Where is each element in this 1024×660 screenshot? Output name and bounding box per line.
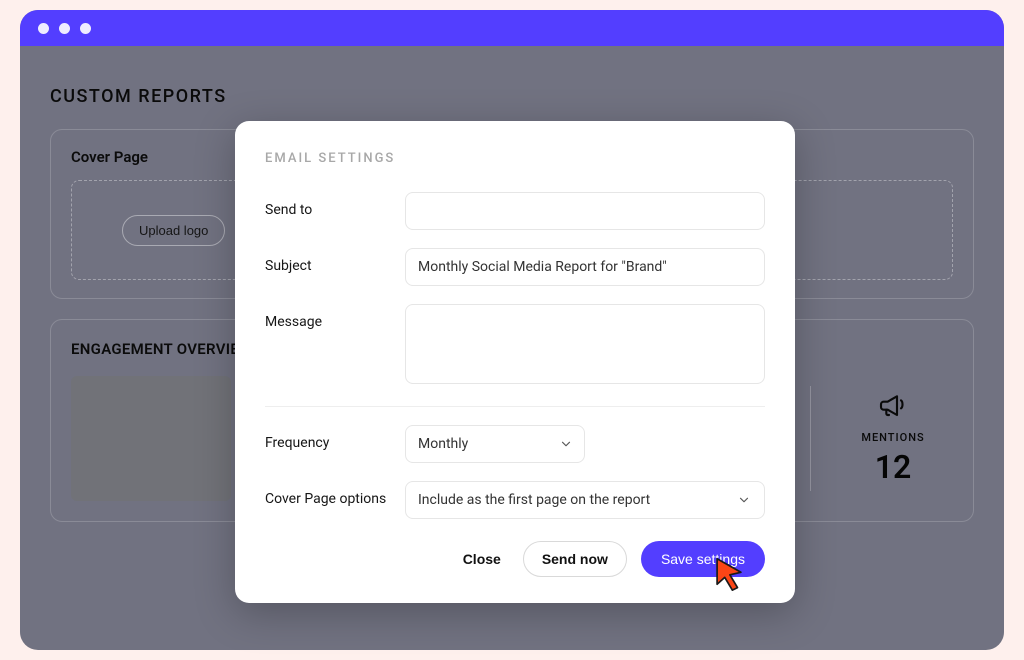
frequency-label: Frequency: [265, 425, 405, 451]
form-row-subject: Subject: [265, 248, 765, 286]
modal-title: EMAIL SETTINGS: [265, 151, 765, 166]
title-bar: [20, 10, 1004, 46]
send-now-button[interactable]: Send now: [523, 541, 627, 577]
cover-options-label: Cover Page options: [265, 481, 405, 507]
mentions-value: 12: [875, 448, 912, 486]
traffic-light-dot: [80, 23, 91, 34]
traffic-light-dot: [59, 23, 70, 34]
page-title: CUSTOM REPORTS: [50, 86, 974, 107]
upload-logo-button[interactable]: Upload logo: [122, 215, 225, 246]
form-row-cover-options: Cover Page options: [265, 481, 765, 519]
message-input[interactable]: [405, 304, 765, 384]
megaphone-icon: [877, 391, 909, 423]
send-to-input[interactable]: [405, 192, 765, 230]
form-row-frequency: Frequency: [265, 425, 765, 463]
traffic-light-dot: [38, 23, 49, 34]
close-button[interactable]: Close: [455, 543, 509, 575]
message-label: Message: [265, 304, 405, 330]
send-to-label: Send to: [265, 192, 405, 218]
divider: [265, 406, 765, 407]
email-settings-modal: EMAIL SETTINGS Send to Subject Message F…: [235, 121, 795, 603]
modal-footer: Close Send now Save settings: [265, 541, 765, 577]
mentions-block: MENTIONS 12: [833, 376, 953, 501]
mentions-label: MENTIONS: [861, 431, 924, 444]
frequency-select[interactable]: [405, 425, 585, 463]
subject-label: Subject: [265, 248, 405, 274]
cover-options-select[interactable]: [405, 481, 765, 519]
subject-input[interactable]: [405, 248, 765, 286]
form-row-message: Message: [265, 304, 765, 388]
save-settings-button[interactable]: Save settings: [641, 541, 765, 577]
form-row-send-to: Send to: [265, 192, 765, 230]
divider: [810, 386, 811, 491]
engagement-chart-placeholder: [71, 376, 231, 501]
